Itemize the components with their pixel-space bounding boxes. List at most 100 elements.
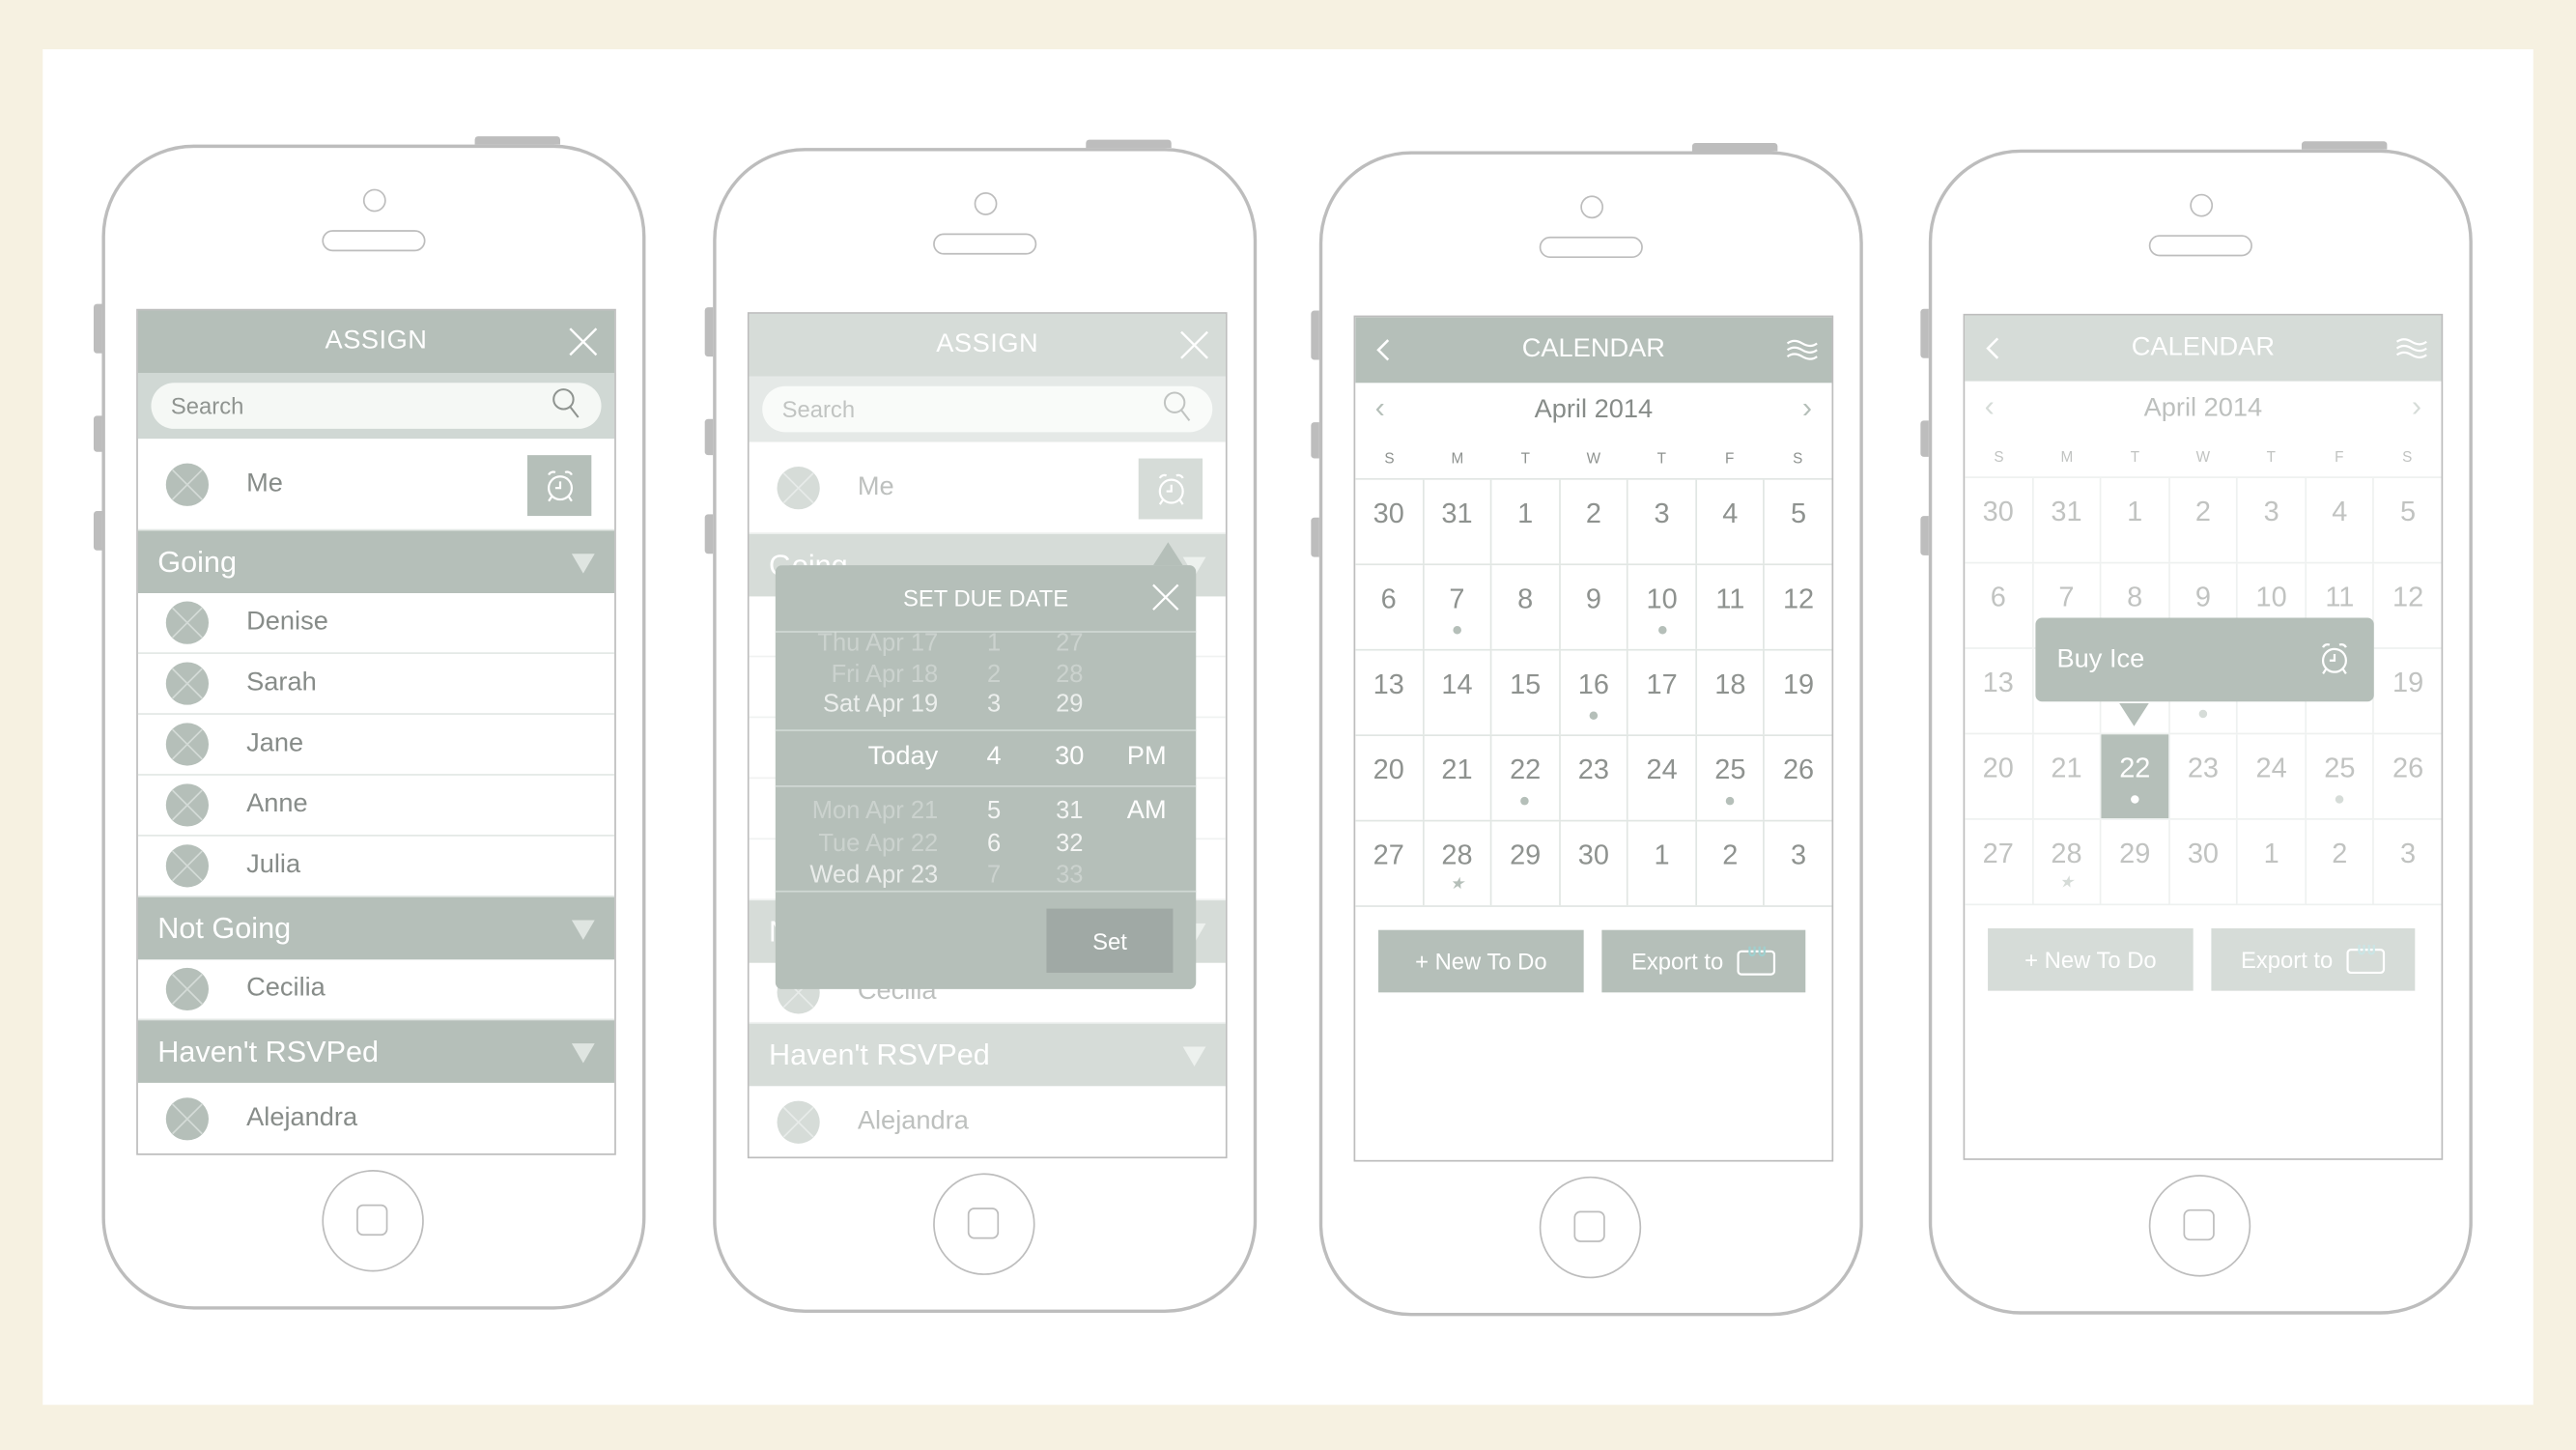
volume-button <box>93 415 102 452</box>
new-todo-label: + New To Do <box>1415 948 1547 975</box>
day-cell[interactable]: 31 <box>1424 479 1492 564</box>
day-cell[interactable]: 22 <box>1492 735 1561 820</box>
day-cell[interactable]: 30 <box>1560 821 1629 906</box>
section-header[interactable]: Going <box>137 530 615 594</box>
close-icon[interactable] <box>569 327 599 356</box>
hour-option[interactable]: 7 <box>961 860 1027 891</box>
home-button[interactable] <box>322 1170 424 1272</box>
day-cell[interactable]: 2 <box>1697 821 1766 906</box>
meridiem-option[interactable]: AM <box>1114 795 1179 826</box>
day-cell[interactable]: 30 <box>1355 479 1424 564</box>
hour-option[interactable]: 4 <box>961 741 1027 772</box>
back-icon[interactable] <box>1375 337 1392 372</box>
day-option[interactable]: Thu Apr 17 <box>817 628 938 659</box>
day-option[interactable]: Wed Apr 23 <box>809 860 938 891</box>
day-option[interactable]: Fri Apr 18 <box>832 659 939 690</box>
set-due-date-button[interactable] <box>526 455 592 517</box>
day-cell[interactable]: 7 <box>1424 565 1492 649</box>
minute-option[interactable]: 31 <box>1036 795 1102 826</box>
new-todo-button[interactable]: + New To Do <box>1378 929 1584 993</box>
set-button[interactable]: Set <box>1046 908 1174 973</box>
menu-icon[interactable] <box>1786 337 1819 372</box>
prev-month-icon[interactable]: ‹ <box>1375 391 1385 426</box>
day-cell[interactable]: 24 <box>1628 735 1697 820</box>
speaker <box>1539 236 1643 259</box>
day-cell[interactable]: 28 ★ <box>1424 821 1492 906</box>
list-item[interactable]: Sarah <box>137 654 615 715</box>
triangle-down-icon[interactable] <box>571 1043 595 1064</box>
hour-option[interactable]: 3 <box>961 689 1027 720</box>
day-cell[interactable]: 26 <box>1766 736 1832 820</box>
day-cell[interactable]: 5 <box>1766 480 1832 564</box>
home-button[interactable] <box>933 1173 1035 1275</box>
event-dot <box>1589 711 1599 720</box>
day-cell[interactable]: 6 <box>1355 565 1424 649</box>
home-button[interactable] <box>1539 1176 1642 1279</box>
event-dot <box>2131 795 2139 804</box>
day-cell[interactable]: 1 <box>1492 479 1561 564</box>
search-icon[interactable] <box>552 387 581 425</box>
calendar-view: CALENDAR ‹ April 2014 › S M T W T F S 30 31 1 2 3 4 5 6 7 8 9… <box>1355 317 1832 1160</box>
me-row[interactable]: Me <box>137 439 615 531</box>
minute-option[interactable]: 30 <box>1036 741 1102 772</box>
minute-option[interactable]: 32 <box>1036 828 1102 859</box>
alarm-clock-icon[interactable] <box>2316 640 2352 685</box>
search-input[interactable]: Search <box>151 383 602 429</box>
list-item[interactable]: Anne <box>137 776 615 837</box>
day-cell[interactable]: 18 <box>1697 650 1766 735</box>
selected-day-cell[interactable]: 22 <box>2101 734 2169 819</box>
day-cell[interactable]: 23 <box>1560 735 1629 820</box>
selected-day-number: 22 <box>2119 753 2151 784</box>
day-cell[interactable]: 19 <box>1766 651 1832 735</box>
minute-option[interactable]: 27 <box>1036 628 1102 659</box>
list-item[interactable]: Cecilia <box>137 959 615 1021</box>
minute-option[interactable]: 29 <box>1036 689 1102 720</box>
list-item[interactable]: Alejandra <box>138 1083 614 1153</box>
hour-option[interactable]: 1 <box>961 628 1027 659</box>
list-item[interactable]: Julia <box>137 837 615 897</box>
day-cell[interactable]: 10 <box>1628 565 1697 649</box>
day-cell[interactable]: 29 <box>1492 821 1561 906</box>
section-header[interactable]: Not Going <box>137 896 615 960</box>
list-item[interactable]: Denise <box>137 593 615 654</box>
day-cell[interactable]: 15 <box>1492 650 1561 735</box>
next-month-icon[interactable]: › <box>1802 391 1812 426</box>
minute-option[interactable]: 33 <box>1036 860 1102 891</box>
day-cell[interactable]: 9 <box>1560 565 1629 649</box>
minute-option[interactable]: 28 <box>1036 659 1102 690</box>
day-cell[interactable]: 16 <box>1560 650 1629 735</box>
day-cell[interactable]: 20 <box>1355 735 1424 820</box>
day-option[interactable]: Today <box>868 741 939 772</box>
meridiem-option[interactable]: PM <box>1114 741 1179 772</box>
event-popup[interactable]: Buy Ice <box>2035 617 2374 702</box>
day-cell[interactable]: 27 <box>1355 821 1424 906</box>
day-cell[interactable]: 25 <box>1697 735 1766 820</box>
hour-option[interactable]: 2 <box>961 659 1027 690</box>
hour-option[interactable]: 5 <box>961 795 1027 826</box>
day-option[interactable]: Sat Apr 19 <box>823 689 938 720</box>
day-cell[interactable]: 14 <box>1424 650 1492 735</box>
day-cell[interactable]: 13 <box>1355 650 1424 735</box>
export-button[interactable]: Export to <box>1601 929 1806 993</box>
hour-option[interactable]: 6 <box>961 828 1027 859</box>
day-cell[interactable]: 3 <box>1766 821 1832 905</box>
day-cell[interactable]: 2 <box>1560 479 1629 564</box>
home-button[interactable] <box>2148 1175 2251 1277</box>
list-item[interactable]: Jane <box>137 715 615 776</box>
day-option[interactable]: Tue Apr 22 <box>818 828 938 859</box>
day-cell[interactable]: 1 <box>1628 821 1697 906</box>
section-header[interactable]: Haven't RSVPed <box>137 1020 615 1083</box>
day-cell[interactable]: 17 <box>1628 650 1697 735</box>
triangle-down-icon[interactable] <box>571 920 595 940</box>
day-cell[interactable]: 12 <box>1766 565 1832 649</box>
day-cell[interactable]: 3 <box>1628 479 1697 564</box>
day-number: 7 <box>1449 583 1465 615</box>
day-cell[interactable]: 8 <box>1492 565 1561 649</box>
day-cell[interactable]: 4 <box>1697 479 1766 564</box>
close-icon[interactable] <box>1151 583 1179 611</box>
day-cell[interactable]: 21 <box>1424 735 1492 820</box>
day-option[interactable]: Mon Apr 21 <box>812 795 938 826</box>
power-button <box>1086 139 1172 149</box>
triangle-down-icon[interactable] <box>571 554 595 574</box>
day-cell[interactable]: 11 <box>1697 565 1766 649</box>
